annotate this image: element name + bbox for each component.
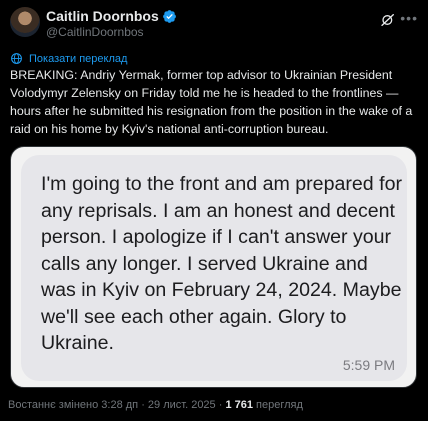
verified-badge-icon [162, 9, 176, 23]
translate-globe-icon [11, 53, 22, 64]
message-time: 5:59 PM [342, 357, 395, 373]
message-bubble: I'm going to the front and am prepared f… [21, 155, 407, 381]
message-text: I'm going to the front and am prepared f… [41, 173, 402, 354]
views-count: 1 761 [225, 399, 253, 411]
tweet-text: BREAKING: Andriy Yermak, former top advi… [10, 68, 413, 136]
translate-label[interactable]: Показати переклад [29, 53, 127, 65]
author-name[interactable]: Caitlin Doornbos [46, 8, 159, 24]
tweet-header: Caitlin Doornbos @CaitlinDoornbos ••• [10, 6, 418, 42]
translate-link[interactable]: Показати переклад [10, 52, 127, 65]
tweet-media-image[interactable]: I'm going to the front and am prepared f… [10, 146, 417, 388]
edited-timestamp[interactable]: Востаннє змінено 3:28 дп · 29 лист. 2025… [8, 399, 222, 411]
author-handle[interactable]: @CaitlinDoornbos [46, 25, 144, 39]
grok-icon[interactable] [380, 12, 396, 28]
more-options-icon[interactable]: ••• [400, 10, 418, 26]
tweet-metadata: Востаннє змінено 3:28 дп · 29 лист. 2025… [8, 399, 303, 411]
author-avatar[interactable] [10, 7, 40, 37]
views-label: перегляд [256, 399, 303, 411]
author-name-row[interactable]: Caitlin Doornbos [46, 8, 177, 24]
